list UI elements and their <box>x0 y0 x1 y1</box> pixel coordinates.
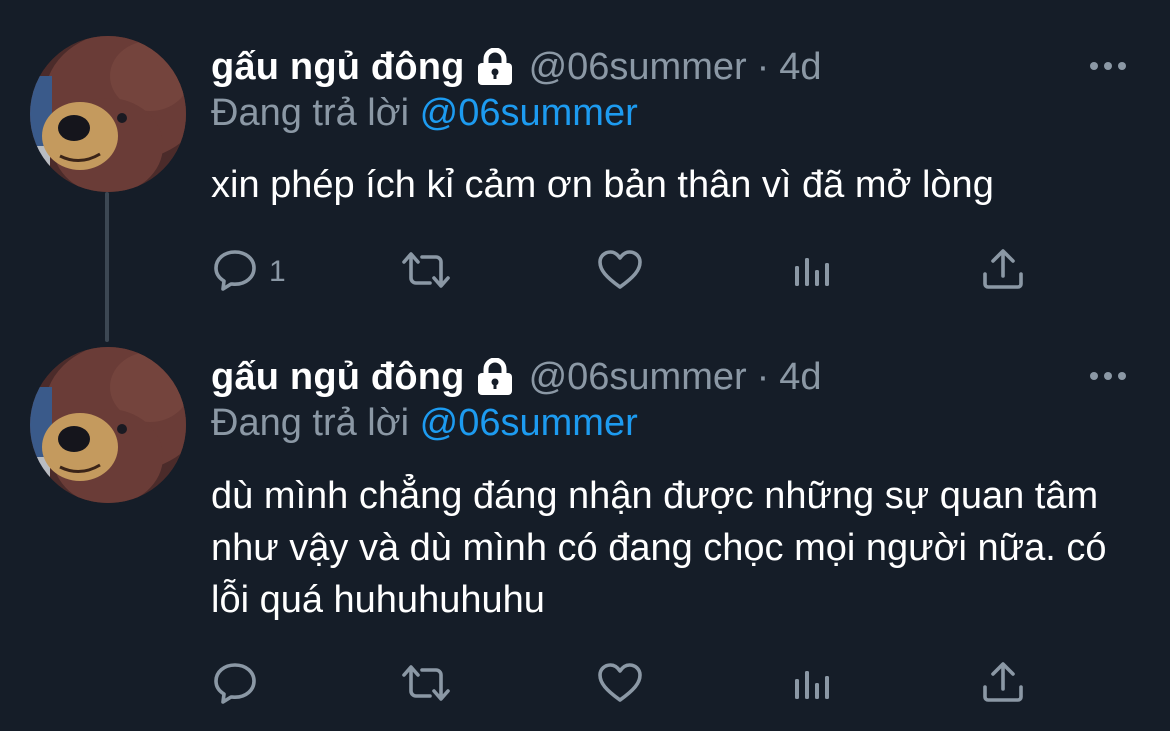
tweet[interactable]: gấu ngủ đông @06summer · 4d Đang trả lời… <box>0 0 1170 342</box>
replying-to-mention[interactable]: @06summer <box>420 402 638 444</box>
timestamp[interactable]: 4d <box>779 356 821 399</box>
user-handle[interactable]: @06summer <box>529 46 747 89</box>
retweet-icon <box>398 246 454 299</box>
display-name[interactable]: gấu ngủ đông <box>211 356 465 399</box>
lock-icon <box>475 48 515 86</box>
replying-to-label: Đang trả lời <box>211 402 410 444</box>
tweet-header: gấu ngủ đông @06summer · 4d <box>211 40 1130 94</box>
tweet-actions: 1 <box>211 247 1051 297</box>
views-button[interactable] <box>789 660 837 710</box>
views-button[interactable] <box>789 247 837 297</box>
share-button[interactable] <box>979 660 1027 710</box>
reply-button[interactable] <box>211 660 269 710</box>
replying-to-label: Đang trả lời <box>211 92 410 134</box>
retweet-button[interactable] <box>398 247 454 297</box>
lock-icon <box>475 358 515 396</box>
avatar[interactable] <box>30 347 186 503</box>
separator-dot: · <box>756 355 770 398</box>
views-icon <box>789 659 837 712</box>
like-button[interactable] <box>596 247 644 297</box>
tweet-thread: gấu ngủ đông @06summer · 4d Đang trả lời… <box>0 0 1170 731</box>
like-button[interactable] <box>596 660 644 710</box>
replying-to: Đang trả lời @06summer <box>211 402 638 445</box>
more-icon[interactable] <box>1086 364 1130 388</box>
share-icon <box>979 659 1027 712</box>
more-icon[interactable] <box>1086 54 1130 78</box>
user-handle[interactable]: @06summer <box>529 356 747 399</box>
like-icon <box>596 246 644 299</box>
reply-count: 1 <box>269 255 286 288</box>
reply-icon <box>211 246 259 299</box>
retweet-button[interactable] <box>398 660 454 710</box>
thread-connector <box>105 192 109 342</box>
share-icon <box>979 246 1027 299</box>
views-icon <box>789 246 837 299</box>
reply-icon <box>211 659 259 712</box>
replying-to: Đang trả lời @06summer <box>211 92 638 135</box>
avatar[interactable] <box>30 36 186 192</box>
like-icon <box>596 659 644 712</box>
retweet-icon <box>398 659 454 712</box>
tweet[interactable]: gấu ngủ đông @06summer · 4d Đang trả lời… <box>0 330 1170 731</box>
replying-to-mention[interactable]: @06summer <box>420 92 638 134</box>
tweet-actions <box>211 660 1051 710</box>
tweet-header: gấu ngủ đông @06summer · 4d <box>211 350 1130 404</box>
tweet-text: xin phép ích kỉ cảm ơn bản thân vì đã mở… <box>211 164 994 206</box>
separator-dot: · <box>756 45 770 88</box>
tweet-text: dù mình chẳng đáng nhận được những sự qu… <box>211 475 1107 621</box>
display-name[interactable]: gấu ngủ đông <box>211 46 465 89</box>
share-button[interactable] <box>979 247 1027 297</box>
timestamp[interactable]: 4d <box>779 46 821 89</box>
reply-button[interactable]: 1 <box>211 247 286 297</box>
